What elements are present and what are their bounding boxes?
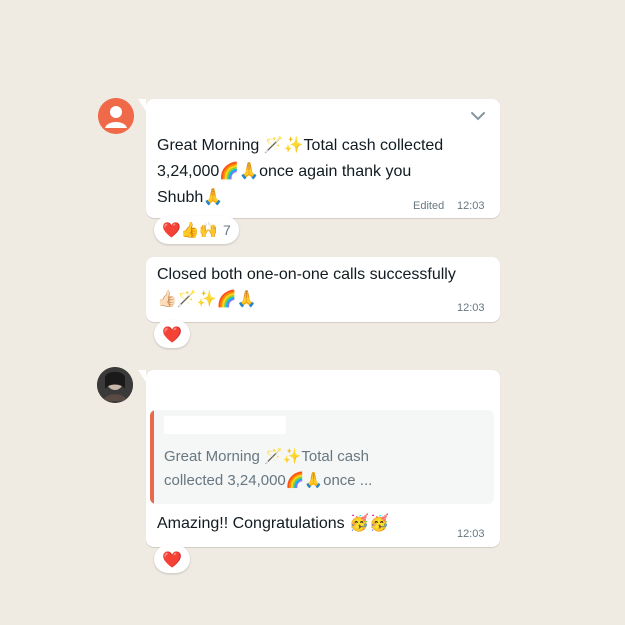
message-text-line-1: Closed both one-on-one calls successfull… — [157, 266, 456, 283]
reaction-emojis: ❤️ — [162, 549, 182, 569]
reaction-bar[interactable]: ❤️ — [154, 545, 190, 573]
default-avatar-icon[interactable] — [98, 98, 134, 134]
edited-label: Edited — [413, 200, 445, 212]
quoted-text-line-2: collected 3,24,000🌈🙏once ... — [164, 472, 373, 489]
quoted-message[interactable]: Great Morning 🪄✨Total cash collected 3,2… — [150, 410, 494, 504]
reaction-emojis: ❤️👍🙌 — [162, 221, 219, 239]
reaction-emojis: ❤️ — [162, 324, 182, 344]
message-text-line-3: Shubh🙏 — [157, 189, 224, 206]
reaction-count: 7 — [223, 222, 231, 238]
message-text-line-2: 3,24,000🌈🙏once again thank you — [157, 163, 412, 180]
reaction-bar[interactable]: ❤️ — [154, 320, 190, 348]
quote-sender-placeholder — [164, 416, 286, 434]
quote-bar — [150, 410, 154, 504]
message-text: Amazing!! Congratulations 🥳🥳 — [157, 515, 389, 532]
message-bubble-3[interactable]: Great Morning 🪄✨Total cash collected 3,2… — [138, 370, 500, 547]
message-bubble-1[interactable]: Great Morning 🪄✨Total cash collected 3,2… — [138, 99, 500, 218]
message-text-line-2: 👍🏻🪄✨🌈🙏 — [157, 291, 257, 308]
reaction-bar[interactable]: ❤️👍🙌 7 — [154, 216, 239, 244]
message-time: 12:03 — [457, 302, 485, 314]
chevron-down-icon[interactable] — [470, 111, 486, 121]
message-time: 12:03 — [457, 200, 485, 212]
message-bubble-2[interactable]: Closed both one-on-one calls successfull… — [146, 257, 500, 322]
message-time: 12:03 — [457, 528, 485, 540]
message-text-line-1: Great Morning 🪄✨Total cash collected — [157, 137, 444, 154]
quoted-text-line-1: Great Morning 🪄✨Total cash — [164, 448, 369, 465]
contact-avatar-icon[interactable] — [97, 367, 133, 403]
